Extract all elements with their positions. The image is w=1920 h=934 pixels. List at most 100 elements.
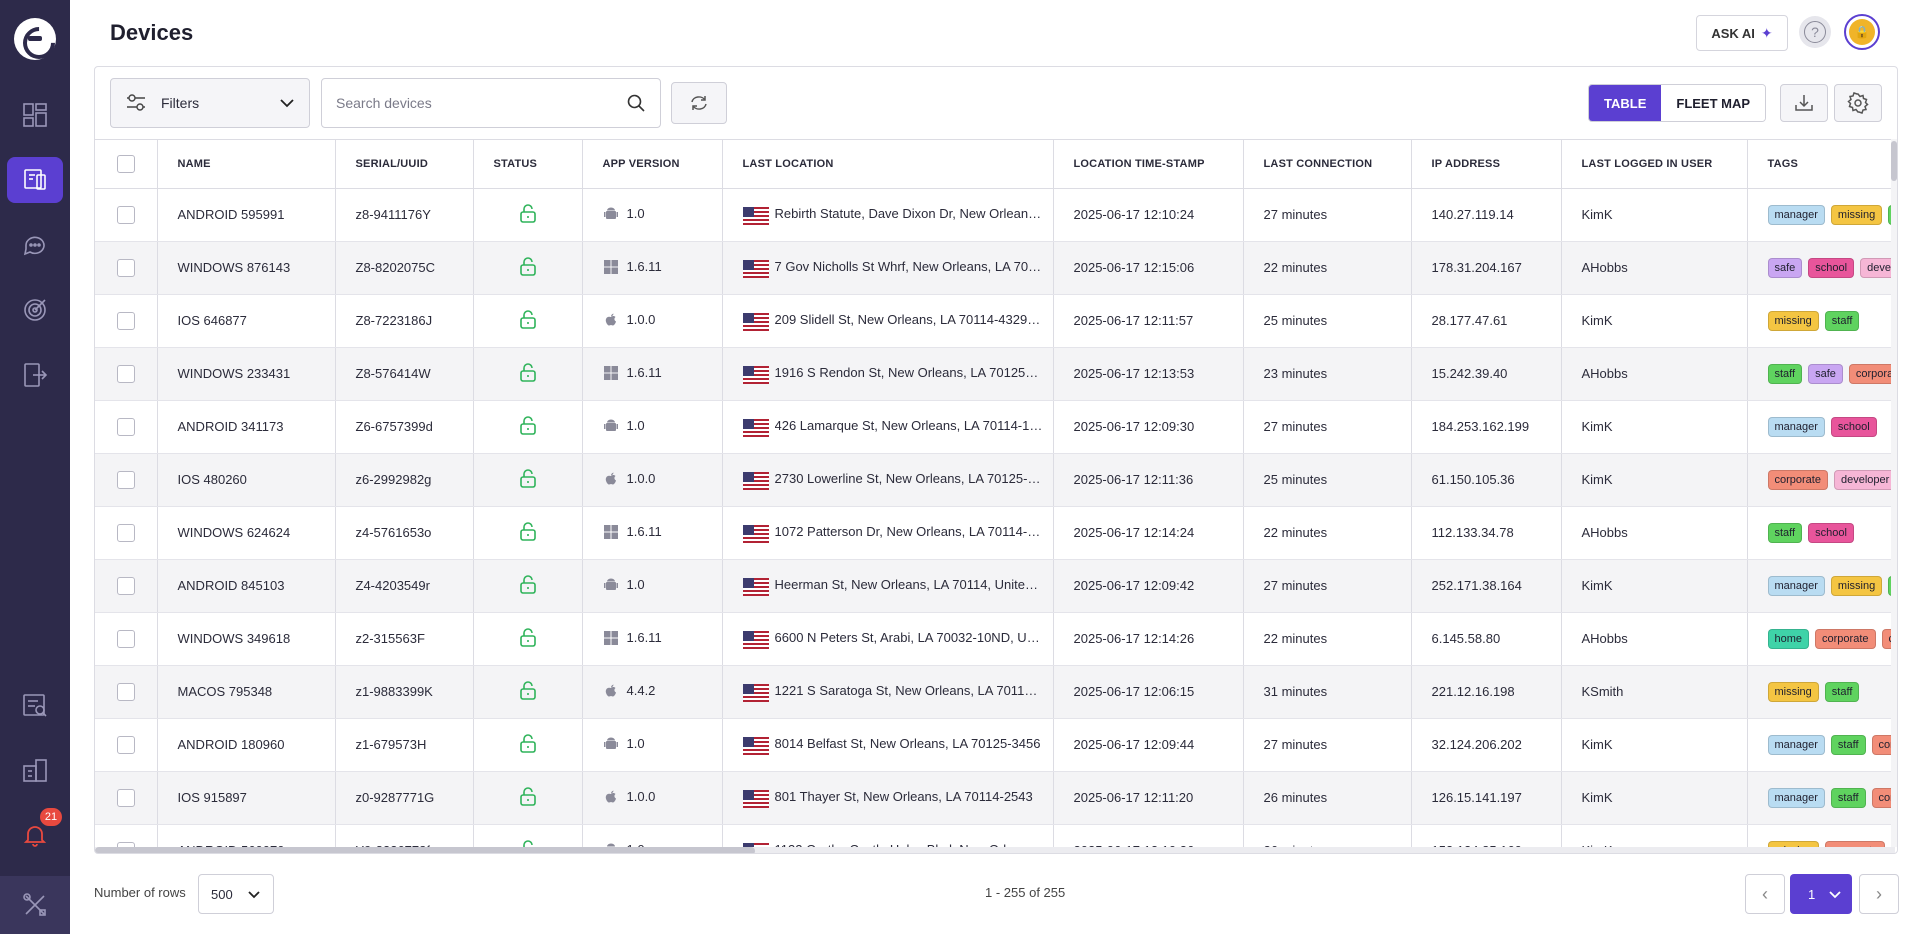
status-cell: [473, 718, 583, 772]
filters-dropdown[interactable]: Filters: [110, 78, 310, 128]
horizontal-scroll-thumb[interactable]: [95, 847, 755, 853]
refresh-button[interactable]: [671, 82, 727, 124]
column-header-name[interactable]: NAME: [157, 140, 336, 189]
last-location-cell: 7 Gov Nicholls St Whrf, New Orleans, LA …: [722, 241, 1054, 295]
table-row[interactable]: IOS 915897 z0-9287771G 1.0.0 801 Thayer …: [95, 771, 1895, 825]
tag-badge: manager: [1767, 575, 1825, 596]
row-checkbox[interactable]: [116, 735, 135, 754]
tools-icon[interactable]: [0, 876, 70, 934]
row-checkbox[interactable]: [116, 258, 135, 277]
table-row[interactable]: WINDOWS 876143 Z8-8202075C 1.6.11 7 Gov …: [95, 241, 1895, 295]
last-location-cell: 1072 Patterson Dr, New Orleans, LA 70114…: [722, 506, 1054, 560]
column-header-status[interactable]: STATUS: [473, 140, 583, 189]
column-header-last-connection[interactable]: LAST CONNECTION: [1243, 140, 1412, 189]
table-row[interactable]: ANDROID 341173 Z6-6757399d 1.0 426 Lamar…: [95, 400, 1895, 454]
column-header-last-user[interactable]: LAST LOGGED IN USER: [1561, 140, 1748, 189]
row-checkbox[interactable]: [116, 417, 135, 436]
device-name[interactable]: ANDROID 560070: [157, 824, 336, 847]
table-row[interactable]: MACOS 795348 z1-9883399K 4.4.2 1221 S Sa…: [95, 665, 1895, 719]
row-checkbox[interactable]: [116, 629, 135, 648]
table-row[interactable]: ANDROID 845103 Z4-4203549r 1.0 Heerman S…: [95, 559, 1895, 613]
download-button[interactable]: [1780, 84, 1828, 122]
row-checkbox[interactable]: [116, 788, 135, 807]
last-location-cell: 1221 S Saratoga St, New Orleans, LA 7011…: [722, 665, 1054, 719]
messages-icon[interactable]: [7, 222, 63, 268]
next-page-button[interactable]: ›: [1859, 874, 1899, 914]
row-checkbox[interactable]: [116, 682, 135, 701]
settings-button[interactable]: [1834, 84, 1882, 122]
tab-table[interactable]: TABLE: [1589, 85, 1662, 121]
device-name[interactable]: ANDROID 180960: [157, 718, 336, 772]
row-checkbox[interactable]: [116, 576, 135, 595]
column-header-ip-address[interactable]: IP ADDRESS: [1411, 140, 1562, 189]
logo-icon[interactable]: [14, 18, 56, 60]
table-row[interactable]: WINDOWS 233431 Z8-576414W 1.6.11 1916 S …: [95, 347, 1895, 401]
help-button[interactable]: ?: [1799, 16, 1831, 48]
table-row[interactable]: IOS 480260 z6-2992982g 1.0.0 2730 Lowerl…: [95, 453, 1895, 507]
select-all-checkbox[interactable]: [116, 154, 135, 173]
us-flag-icon: [742, 737, 769, 755]
target-icon[interactable]: [7, 287, 63, 333]
notification-badge: 21: [40, 808, 62, 826]
app-version: 1.0: [626, 418, 645, 433]
export-icon[interactable]: [7, 352, 63, 398]
device-name[interactable]: WINDOWS 876143: [157, 241, 336, 295]
view-toggle: TABLE FLEET MAP: [1588, 84, 1767, 122]
device-name[interactable]: IOS 915897: [157, 771, 336, 825]
row-checkbox[interactable]: [116, 205, 135, 224]
last-logged-in-user: KimK: [1561, 400, 1748, 454]
table-row[interactable]: IOS 646877 Z8-7223186J 1.0.0 209 Slidell…: [95, 294, 1895, 348]
search-input[interactable]: [336, 95, 626, 111]
table-row[interactable]: ANDROID 560070 Y9-8336778f 1.0 1132 Oret…: [95, 824, 1895, 847]
device-name[interactable]: ANDROID 341173: [157, 400, 336, 454]
sparkle-icon: ✦: [1760, 24, 1773, 41]
app-version: 1.6.11: [626, 259, 662, 274]
chevron-right-icon: ›: [1876, 883, 1882, 904]
device-name[interactable]: WINDOWS 349618: [157, 612, 336, 666]
previous-page-button[interactable]: ‹: [1745, 874, 1785, 914]
column-header-location-timestamp[interactable]: LOCATION TIME-STAMP: [1053, 140, 1244, 189]
row-checkbox[interactable]: [116, 470, 135, 489]
search-icon[interactable]: [626, 93, 646, 113]
devices-icon[interactable]: [7, 157, 63, 203]
table-row[interactable]: WINDOWS 624624 z4-5761653o 1.6.11 1072 P…: [95, 506, 1895, 560]
rows-per-page-select[interactable]: 500: [198, 874, 274, 914]
row-checkbox[interactable]: [116, 523, 135, 542]
device-name[interactable]: ANDROID 595991: [157, 188, 336, 242]
tag-badge: missing: [1767, 310, 1819, 331]
horizontal-scrollbar[interactable]: [95, 847, 1895, 853]
device-name[interactable]: WINDOWS 233431: [157, 347, 336, 401]
table-row[interactable]: ANDROID 180960 z1-679573H 1.0 8014 Belfa…: [95, 718, 1895, 772]
current-page-select[interactable]: 1: [1790, 874, 1852, 914]
device-name[interactable]: IOS 480260: [157, 453, 336, 507]
table-row[interactable]: ANDROID 595991 z8-9411176Y 1.0 Rebirth S…: [95, 188, 1895, 242]
device-name[interactable]: IOS 646877: [157, 294, 336, 348]
table-row[interactable]: WINDOWS 349618 z2-315563F 1.6.11 6600 N …: [95, 612, 1895, 666]
ip-address: 6.145.58.80: [1411, 612, 1562, 666]
tags-cell: staffsafecorporate: [1747, 347, 1895, 401]
dashboard-icon[interactable]: [7, 92, 63, 138]
row-checkbox[interactable]: [116, 311, 135, 330]
column-header-last-location[interactable]: LAST LOCATION: [722, 140, 1054, 189]
vertical-scroll-thumb[interactable]: [1891, 141, 1897, 181]
device-name[interactable]: MACOS 795348: [157, 665, 336, 719]
vertical-scrollbar[interactable]: [1891, 139, 1897, 847]
refresh-icon: [691, 96, 707, 110]
tag-badge: manager: [1767, 204, 1825, 225]
lock-open-icon: [519, 786, 537, 809]
column-header-app-version[interactable]: APP VERSION: [582, 140, 723, 189]
column-header-serial[interactable]: SERIAL/UUID: [335, 140, 474, 189]
tab-fleet-map[interactable]: FLEET MAP: [1661, 85, 1766, 121]
device-name[interactable]: ANDROID 845103: [157, 559, 336, 613]
user-menu-button[interactable]: 🔒: [1844, 14, 1880, 50]
last-connection: 22 minutes: [1243, 241, 1412, 295]
row-select-cell: [95, 347, 158, 401]
buildings-icon[interactable]: [7, 747, 63, 793]
ask-ai-button[interactable]: ASK AI ✦: [1696, 15, 1788, 51]
reports-icon[interactable]: [7, 682, 63, 728]
column-header-tags[interactable]: TAGS: [1747, 140, 1895, 189]
device-name[interactable]: WINDOWS 624624: [157, 506, 336, 560]
row-select-cell: [95, 559, 158, 613]
row-checkbox[interactable]: [116, 364, 135, 383]
lock-open-icon: [519, 680, 537, 703]
